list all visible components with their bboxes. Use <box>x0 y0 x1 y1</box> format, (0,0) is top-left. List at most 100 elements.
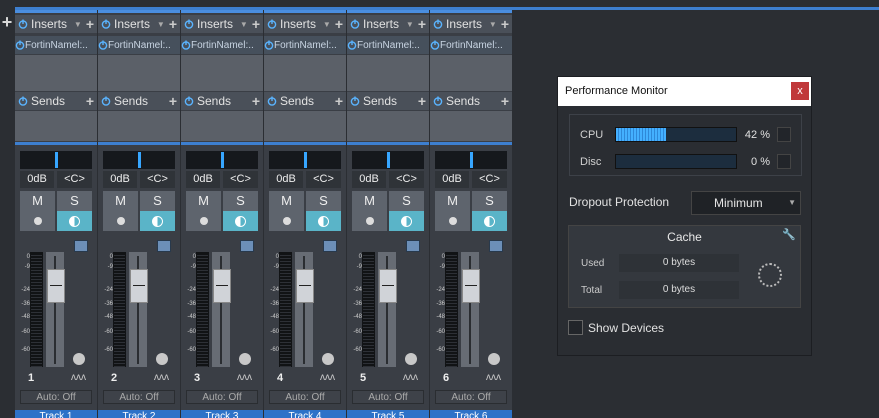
inserts-empty-area[interactable] <box>98 55 180 91</box>
sends-header[interactable]: Sends + <box>181 92 263 110</box>
performance-monitor-titlebar[interactable]: Performance Monitor x <box>558 77 811 106</box>
monitor-button[interactable] <box>472 211 507 231</box>
insert-slot[interactable]: FortinNamel:.. <box>347 36 429 54</box>
pan-knob[interactable] <box>73 353 85 365</box>
monitor-button[interactable] <box>223 211 258 231</box>
inserts-header[interactable]: Inserts ▼ + <box>15 15 97 33</box>
solo-button[interactable]: S <box>140 191 175 211</box>
channel-color-icon[interactable] <box>489 240 503 252</box>
solo-button[interactable]: S <box>306 191 341 211</box>
record-arm-button[interactable] <box>20 211 55 231</box>
power-icon[interactable] <box>267 19 277 29</box>
sends-empty-area[interactable] <box>181 111 263 141</box>
solo-button[interactable]: S <box>223 191 258 211</box>
mute-button[interactable]: M <box>186 191 221 211</box>
solo-button[interactable]: S <box>472 191 507 211</box>
automation-mode-button[interactable]: Auto: Off <box>186 390 258 404</box>
volume-display[interactable]: 0dB <box>20 171 54 188</box>
pan-knob[interactable] <box>322 353 334 365</box>
waveform-icon[interactable]: ᴧᴧᴧ <box>486 372 504 384</box>
add-send-button[interactable]: + <box>501 93 509 109</box>
volume-display[interactable]: 0dB <box>103 171 137 188</box>
inserts-empty-area[interactable] <box>430 55 512 91</box>
power-icon[interactable] <box>101 96 111 106</box>
power-icon[interactable] <box>264 40 274 50</box>
add-insert-button[interactable]: + <box>418 16 426 32</box>
power-icon[interactable] <box>18 96 28 106</box>
inserts-empty-area[interactable] <box>264 55 346 91</box>
channel-color-icon[interactable] <box>240 240 254 252</box>
volume-display[interactable]: 0dB <box>352 171 386 188</box>
pan-display[interactable]: <C> <box>389 171 424 188</box>
track-name[interactable]: Track 5 <box>347 410 429 418</box>
sends-empty-area[interactable] <box>430 111 512 141</box>
sends-header[interactable]: Sends + <box>347 92 429 110</box>
sends-empty-area[interactable] <box>264 111 346 141</box>
track-name[interactable]: Track 6 <box>430 410 512 418</box>
power-icon[interactable] <box>181 40 191 50</box>
add-insert-button[interactable]: + <box>252 16 260 32</box>
add-channel-button[interactable]: + <box>0 12 14 32</box>
chevron-down-icon[interactable]: ▼ <box>157 20 165 29</box>
automation-mode-button[interactable]: Auto: Off <box>269 390 341 404</box>
volume-fader-handle[interactable] <box>130 269 148 303</box>
mute-button[interactable]: M <box>269 191 304 211</box>
insert-slot[interactable]: FortinNamel:.. <box>98 36 180 54</box>
power-icon[interactable] <box>184 19 194 29</box>
mute-button[interactable]: M <box>103 191 138 211</box>
volume-fader-handle[interactable] <box>379 269 397 303</box>
volume-display[interactable]: 0dB <box>186 171 220 188</box>
channel-color-icon[interactable] <box>323 240 337 252</box>
volume-fader-handle[interactable] <box>462 269 480 303</box>
track-name[interactable]: Track 2 <box>98 410 180 418</box>
power-icon[interactable] <box>18 19 28 29</box>
inserts-header[interactable]: Inserts ▼ + <box>264 15 346 33</box>
inserts-empty-area[interactable] <box>181 55 263 91</box>
chevron-down-icon[interactable]: ▼ <box>240 20 248 29</box>
automation-mode-button[interactable]: Auto: Off <box>20 390 92 404</box>
record-arm-button[interactable] <box>269 211 304 231</box>
power-icon[interactable] <box>101 19 111 29</box>
sends-header[interactable]: Sends + <box>264 92 346 110</box>
record-arm-button[interactable] <box>352 211 387 231</box>
power-icon[interactable] <box>433 96 443 106</box>
channel-color-icon[interactable] <box>406 240 420 252</box>
pan-knob[interactable] <box>156 353 168 365</box>
sends-empty-area[interactable] <box>15 111 97 141</box>
automation-mode-button[interactable]: Auto: Off <box>352 390 424 404</box>
power-icon[interactable] <box>184 96 194 106</box>
insert-slot[interactable]: FortinNamel:.. <box>181 36 263 54</box>
insert-slot[interactable]: FortinNamel:.. <box>264 36 346 54</box>
waveform-icon[interactable]: ᴧᴧᴧ <box>237 372 255 384</box>
channel-color-icon[interactable] <box>157 240 171 252</box>
add-insert-button[interactable]: + <box>86 16 94 32</box>
record-arm-button[interactable] <box>186 211 221 231</box>
pan-display[interactable]: <C> <box>472 171 507 188</box>
automation-mode-button[interactable]: Auto: Off <box>103 390 175 404</box>
monitor-button[interactable] <box>306 211 341 231</box>
insert-slot[interactable]: FortinNamel:.. <box>15 36 97 54</box>
inserts-empty-area[interactable] <box>15 55 97 91</box>
volume-fader-handle[interactable] <box>296 269 314 303</box>
inserts-empty-area[interactable] <box>347 55 429 91</box>
waveform-icon[interactable]: ᴧᴧᴧ <box>71 372 89 384</box>
volume-fader-handle[interactable] <box>213 269 231 303</box>
add-send-button[interactable]: + <box>418 93 426 109</box>
chevron-down-icon[interactable]: ▼ <box>74 20 82 29</box>
channel-color-icon[interactable] <box>74 240 88 252</box>
add-send-button[interactable]: + <box>169 93 177 109</box>
inserts-header[interactable]: Inserts ▼ + <box>98 15 180 33</box>
sends-header[interactable]: Sends + <box>15 92 97 110</box>
add-insert-button[interactable]: + <box>169 16 177 32</box>
mute-button[interactable]: M <box>20 191 55 211</box>
monitor-button[interactable] <box>140 211 175 231</box>
solo-button[interactable]: S <box>57 191 92 211</box>
volume-display[interactable]: 0dB <box>435 171 469 188</box>
power-icon[interactable] <box>98 40 108 50</box>
pan-knob[interactable] <box>405 353 417 365</box>
track-name[interactable]: Track 1 <box>15 410 97 418</box>
sends-header[interactable]: Sends + <box>430 92 512 110</box>
add-send-button[interactable]: + <box>86 93 94 109</box>
close-button[interactable]: x <box>791 82 809 100</box>
inserts-header[interactable]: Inserts ▼ + <box>347 15 429 33</box>
